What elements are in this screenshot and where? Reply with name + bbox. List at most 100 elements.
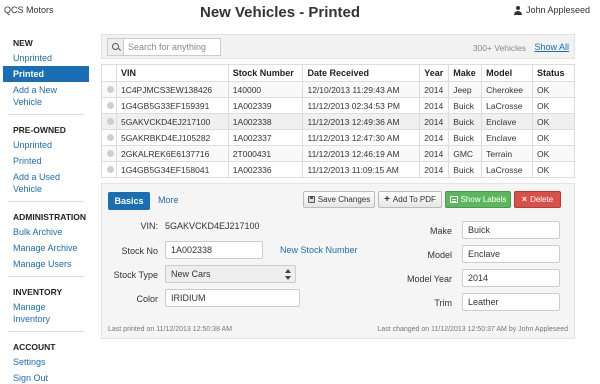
column-header-stock-number[interactable]: Stock Number [227,64,304,82]
row-radio-cell[interactable] [101,145,117,162]
cell-year: 2014 [419,129,450,146]
cell-stock-number: 1A002337 [227,129,304,146]
row-select-dot-icon[interactable] [107,117,114,125]
sidebar-item-sign-out[interactable]: Sign Out [0,370,92,384]
row-radio-cell[interactable] [101,129,117,146]
sidebar-item-settings[interactable]: Settings [0,354,92,370]
sidebar-item-add-new-vehicle[interactable]: Add a New Vehicle [0,82,92,110]
cell-vin: 1G4GB5G33EF159391 [115,97,229,114]
cell-year: 2014 [419,161,450,178]
cell-date-received: 11/12/2013 02:34:53 PM [302,97,421,114]
cell-make: GMC [448,145,483,162]
row-radio-cell[interactable] [101,113,117,130]
sidebar-item-manage-archive[interactable]: Manage Archive [0,240,92,256]
model-field[interactable] [462,245,560,263]
add-to-pdf-button[interactable]: + Add To PDF [378,191,442,208]
table-row[interactable]: 1G4GB5G33EF159391 1A002339 11/12/2013 02… [101,97,575,114]
row-radio-cell[interactable] [101,97,117,114]
stock-no-label: Stock No [121,246,158,256]
select-arrows-icon [285,269,291,280]
user-name: John Appleseed [525,5,590,15]
brand[interactable]: QCS Motors [4,5,54,15]
cell-year: 2014 [419,97,450,114]
sidebar-item-used-printed[interactable]: Printed [0,153,92,169]
column-header-model[interactable]: Model [481,64,534,82]
row-select-dot-icon[interactable] [107,85,114,93]
vin-label: VIN: [140,221,158,231]
show-labels-button[interactable]: Show Labels [445,191,511,208]
search-box [107,38,221,56]
table-row[interactable]: 1G4GB5G34EF158041 1A002336 11/12/2013 11… [101,161,575,178]
tab-basics[interactable]: Basics [108,192,150,210]
cell-date-received: 11/12/2013 12:46:19 AM [302,145,421,162]
tab-more[interactable]: More [158,195,179,205]
cell-make: Buick [448,113,483,130]
row-radio-cell[interactable] [101,81,117,98]
cell-year: 2014 [419,145,450,162]
column-header-status[interactable]: Status [532,64,575,82]
add-to-pdf-label: Add To PDF [392,195,436,204]
cell-vin: 1C4PJMCS3EW138426 [115,81,229,98]
sidebar-item-new-unprinted[interactable]: Unprinted [0,50,92,66]
model-year-label: Model Year [406,274,452,284]
save-changes-button[interactable]: Save Changes [303,191,375,208]
row-radio-cell[interactable] [101,161,117,178]
sidebar-item-manage-inventory[interactable]: Manage Inventory [0,299,92,327]
cell-status: OK [532,97,575,114]
search-input[interactable] [124,42,220,52]
cell-status: OK [532,145,575,162]
row-select-dot-icon[interactable] [107,133,114,141]
color-field[interactable] [165,289,300,307]
table-row[interactable]: 1C4PJMCS3EW138426 140000 12/10/2013 11:2… [101,81,575,98]
cell-make: Jeep [448,81,483,98]
row-select-dot-icon[interactable] [107,165,114,173]
cell-status: OK [532,161,575,178]
sidebar-item-new-printed[interactable]: Printed [3,66,89,82]
vehicles-table: VIN Stock Number Date Received Year Make… [101,64,575,178]
sidebar-divider [8,331,84,332]
row-select-dot-icon[interactable] [107,149,114,157]
stock-type-label: Stock Type [113,270,158,280]
cell-vin: 5GAKVCKD4EJ217100 [115,113,229,130]
top-bar: QCS Motors New Vehicles - Printed John A… [0,0,600,32]
cell-stock-number: 140000 [227,81,304,98]
labels-icon [449,196,458,203]
cell-stock-number: 1A002338 [227,113,304,130]
user-menu[interactable]: John Appleseed [513,5,590,15]
cell-status: OK [532,113,575,130]
sidebar-item-manage-users[interactable]: Manage Users [0,256,92,272]
sidebar-item-add-used-vehicle[interactable]: Add a Used Vehicle [0,169,92,197]
column-header-make[interactable]: Make [448,64,483,82]
cell-date-received: 12/10/2013 11:29:43 AM [302,81,421,98]
cell-model: Enclave [481,113,534,130]
save-changes-label: Save Changes [317,195,371,204]
sidebar-item-used-unprinted[interactable]: Unprinted [0,137,92,153]
cell-make: Buick [448,161,483,178]
make-field[interactable] [462,221,560,239]
model-year-field[interactable] [462,269,560,287]
cell-stock-number: 1A002336 [227,161,304,178]
stock-type-value: New Cars [171,269,211,279]
show-all-link[interactable]: Show All [534,42,569,52]
nav-heading-inventory: INVENTORY [13,287,63,297]
trim-field[interactable] [462,293,560,311]
table-row[interactable]: 5GAKRBKD4EJ105282 1A002337 11/12/2013 12… [101,129,575,146]
delete-button[interactable]: × Delete [514,191,561,208]
cell-vin: 5GAKRBKD4EJ105282 [115,129,229,146]
vehicle-count: 300+ Vehicles [472,43,526,53]
stock-type-select[interactable]: New Cars [165,265,296,283]
column-header-vin[interactable]: VIN [115,64,229,82]
model-label: Model [427,250,452,260]
column-header-year[interactable]: Year [419,64,450,82]
sidebar-divider [8,114,84,115]
search-bar: 300+ Vehicles Show All [101,34,575,59]
stock-no-field[interactable] [165,241,263,259]
row-select-dot-icon[interactable] [107,101,114,109]
table-row[interactable]: 2GKALREK6E6137716 2T000431 11/12/2013 12… [101,145,575,162]
table-row[interactable]: 5GAKVCKD4EJ217100 1A002338 11/12/2013 12… [101,113,575,130]
column-header-date-received[interactable]: Date Received [302,64,421,82]
new-stock-number-link[interactable]: New Stock Number [280,245,358,255]
sidebar-item-bulk-archive[interactable]: Bulk Archive [0,224,92,240]
nav-heading-administration: ADMINISTRATION [13,212,87,222]
cell-model: Terrain [481,145,534,162]
